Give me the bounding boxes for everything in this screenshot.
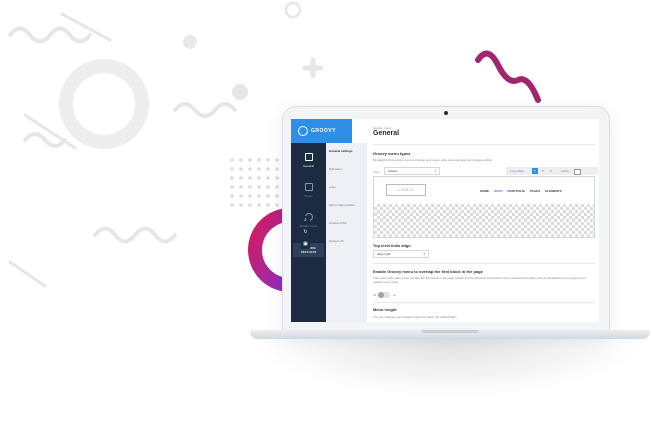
overlap-toggle[interactable] <box>378 292 390 298</box>
links-align-value: Align right <box>377 252 391 256</box>
menu-preview: LOGO HOME SHOP PORTFOLIO PAGES ELEMENTS <box>373 176 595 238</box>
subnav-item-logo[interactable]: Logo <box>329 185 336 189</box>
divider <box>373 302 595 303</box>
subnav-item-custom-css[interactable]: Custom CSS <box>329 221 346 225</box>
laptop-shadow <box>250 338 650 398</box>
section-heading: Top level links align <box>373 243 411 248</box>
align-right-button[interactable]: ▪ <box>548 168 554 174</box>
search-icon[interactable]: ⌕ <box>301 216 310 225</box>
divider <box>373 144 595 145</box>
subnav-item-general-settings[interactable]: General settings <box>329 149 353 153</box>
squiggle-shape <box>475 50 541 103</box>
preview-menu-item: SHOP <box>494 189 503 193</box>
preview-logo: LOGO <box>386 184 426 196</box>
sticky-checkbox[interactable] <box>574 169 581 175</box>
menu-type-select[interactable]: Classic ▾ <box>384 167 440 175</box>
groovy-logo-icon <box>298 126 308 136</box>
transparent-area <box>374 204 594 237</box>
side-toolbar: ⌕ ↻ ▣ <box>301 216 310 252</box>
subnav-item-custom-js[interactable]: Custom JS <box>329 239 344 243</box>
preview-menu-item: HOME <box>480 189 489 193</box>
dot-shape <box>183 35 197 49</box>
nav-label: Styles <box>304 193 313 198</box>
section-heading: Groovy menu types <box>373 151 411 156</box>
divider <box>373 263 595 264</box>
nav-item-styles[interactable]: Styles <box>291 177 326 203</box>
menu-type-value: Classic <box>388 169 398 173</box>
type-label: Type <box>373 170 380 174</box>
diagonal-lines <box>8 12 112 288</box>
brand-bar: GROOVY <box>291 119 352 143</box>
nav-item-general[interactable]: General <box>291 147 326 173</box>
dot-grid <box>230 158 279 207</box>
toggle-off-label: off <box>373 293 377 297</box>
logo-align-label: Logo Align <box>510 169 525 173</box>
preview-menu: HOME SHOP PORTFOLIO PAGES ELEMENTS <box>480 189 562 193</box>
layers-icon <box>304 182 313 191</box>
preview-menu-item: PORTFOLIO <box>507 189 526 193</box>
subnav-item-submenu[interactable]: Submenu <box>329 167 342 171</box>
plus-shape <box>302 57 324 79</box>
app-screen: General Styles Mobile menu RESTORE DEFAU… <box>291 119 599 322</box>
ring-shape <box>59 59 149 149</box>
links-align-select[interactable]: Align right ▾ <box>373 250 429 258</box>
laptop-camera <box>444 111 448 115</box>
brand-name: GROOVY <box>311 128 336 134</box>
chevron-down-icon: ▾ <box>423 252 425 256</box>
preview-toolbar: Logo Align ▪ ▪ ▪ Sticky <box>506 167 598 175</box>
section-description: By applying this option you can choose y… <box>373 158 492 162</box>
nav-label: General <box>303 163 314 168</box>
section-heading: Menu height <box>373 307 397 312</box>
align-left-button[interactable]: ▪ <box>532 168 538 174</box>
preview-menu-item: ELEMENTS <box>545 189 562 193</box>
toggle-on-label: on <box>393 293 397 297</box>
section-heading: Enable Groovy menu to overlap the first … <box>373 269 483 274</box>
align-center-button[interactable]: ▪ <box>540 168 546 174</box>
sticky-label: Sticky <box>561 169 570 173</box>
section-description: You can change menu height using this op… <box>373 315 457 319</box>
section-description: This option will make menu overlap the f… <box>373 276 586 284</box>
chevron-down-icon: ▾ <box>434 169 436 173</box>
main-content: Section menu General Groovy menu types B… <box>367 119 599 322</box>
save-icon[interactable]: ▣ <box>301 240 310 249</box>
toggle-knob <box>378 292 384 298</box>
secondary-sidebar: General settings Submenu Logo Menu main … <box>326 143 367 322</box>
laptop-notch <box>421 330 479 333</box>
small-ring-shape <box>284 1 302 19</box>
dot-shape-2 <box>232 84 248 100</box>
preview-menu-item: PAGES <box>530 189 541 193</box>
page-title: General <box>373 130 400 137</box>
sliders-icon <box>304 152 313 161</box>
subnav-item-menu-position[interactable]: Menu main position <box>329 203 355 207</box>
refresh-icon[interactable]: ↻ <box>301 228 310 237</box>
